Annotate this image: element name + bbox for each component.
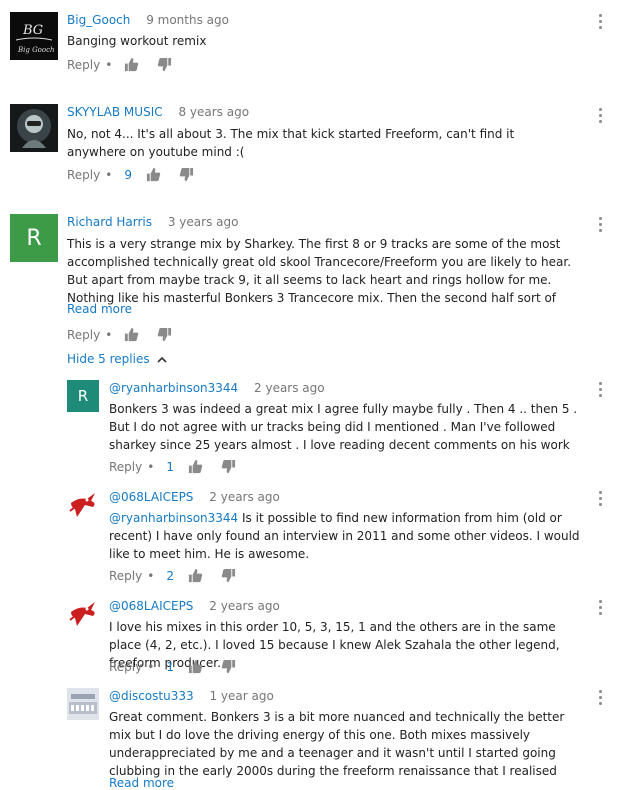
thumbs-up-icon [125,57,139,72]
thumbs-up-icon [125,327,139,342]
comment-timestamp[interactable]: 2 years ago [209,490,280,504]
reply-button[interactable]: Reply [109,569,142,583]
svg-text:Big Gooch: Big Gooch [17,46,55,54]
comment-author[interactable]: @068LAICEPS [109,599,193,613]
more-options-icon[interactable] [598,600,604,616]
avatar[interactable]: R [10,214,58,262]
thumbs-up-icon [146,167,161,182]
comment-author[interactable]: Richard Harris [67,215,152,229]
svg-text:BG: BG [22,23,43,38]
more-options-icon[interactable] [598,108,604,124]
avatar[interactable] [67,688,99,720]
dislike-button[interactable] [221,459,236,474]
dislike-button[interactable] [221,568,236,583]
comment-author[interactable]: SKYYLAB MUSIC [67,105,163,119]
like-button[interactable] [188,568,203,583]
reply-button[interactable]: Reply [109,460,142,474]
hide-replies-button[interactable]: Hide 5 replies [67,352,167,366]
thumbs-up-icon [188,459,203,474]
reply-button[interactable]: Reply [109,660,142,674]
like-count: 1 [166,659,174,674]
thumbs-down-icon [179,167,194,182]
avatar[interactable] [67,489,99,521]
comment-actions: Reply • 1 [109,659,248,674]
comment-text: Banging workout remix [67,34,207,48]
read-more-link[interactable]: Read more [109,776,174,790]
comment-timestamp[interactable]: 8 years ago [178,105,249,119]
like-button[interactable] [188,459,203,474]
comment-text: @ryanharbinson3344 Is it possible to fin… [109,511,580,561]
reply-button[interactable]: Reply [67,168,100,182]
comment-author[interactable]: @discostu333 [109,689,194,703]
like-button[interactable] [188,659,203,674]
comment-author[interactable]: @ryanharbinson3344 [109,381,238,395]
comment-actions: Reply • 1 [109,459,248,474]
comment-text: Great comment. Bonkers 3 is a bit more n… [109,710,565,778]
dislike-button[interactable] [179,167,194,182]
thumbs-down-icon [221,659,236,674]
thumbs-down-icon [158,327,172,342]
more-options-icon[interactable] [598,690,604,706]
like-count: 2 [166,568,174,583]
thumbs-down-icon [221,568,236,583]
comment-text: Bonkers 3 was indeed a great mix I agree… [109,402,578,452]
like-button[interactable] [124,327,139,342]
thumbs-down-icon [158,57,172,72]
dislike-button[interactable] [221,659,236,674]
reply-button[interactable]: Reply [67,58,100,72]
comment-author[interactable]: Big_Gooch [67,13,130,27]
more-options-icon[interactable] [598,14,604,30]
avatar[interactable]: R [67,380,99,412]
more-options-icon[interactable] [598,382,604,398]
mention-link[interactable]: @ryanharbinson3344 [109,511,238,525]
more-options-icon[interactable] [598,491,604,507]
like-count: 9 [124,167,132,182]
avatar[interactable] [10,104,58,152]
like-count: 1 [166,459,174,474]
comment-actions: Reply • 2 [109,568,248,583]
comment-author[interactable]: @068LAICEPS [109,490,193,504]
comment-timestamp[interactable]: 1 year ago [209,689,273,703]
like-button[interactable] [124,57,139,72]
avatar[interactable]: BG Big Gooch [10,12,58,60]
thumbs-up-icon [188,568,203,583]
comment-actions: Reply • 9 [67,167,206,182]
chevron-up-icon [157,356,167,363]
comment-timestamp[interactable]: 2 years ago [254,381,325,395]
thumbs-up-icon [188,659,203,674]
dislike-button[interactable] [157,327,172,342]
comment-timestamp[interactable]: 3 years ago [168,215,239,229]
comment-text: No, not 4... It's all about 3. The mix t… [67,127,515,159]
like-button[interactable] [146,167,161,182]
reply-button[interactable]: Reply [67,328,100,342]
comment-actions: Reply • [67,327,184,342]
more-options-icon[interactable] [598,217,604,233]
comment-text: This is a very strange mix by Sharkey. T… [67,237,572,305]
comment-actions: Reply • [67,57,184,72]
comment-timestamp[interactable]: 9 months ago [146,13,229,27]
thumbs-down-icon [221,459,236,474]
read-more-link[interactable]: Read more [67,302,132,316]
comment-timestamp[interactable]: 2 years ago [209,599,280,613]
dislike-button[interactable] [157,57,172,72]
avatar[interactable] [67,598,99,630]
